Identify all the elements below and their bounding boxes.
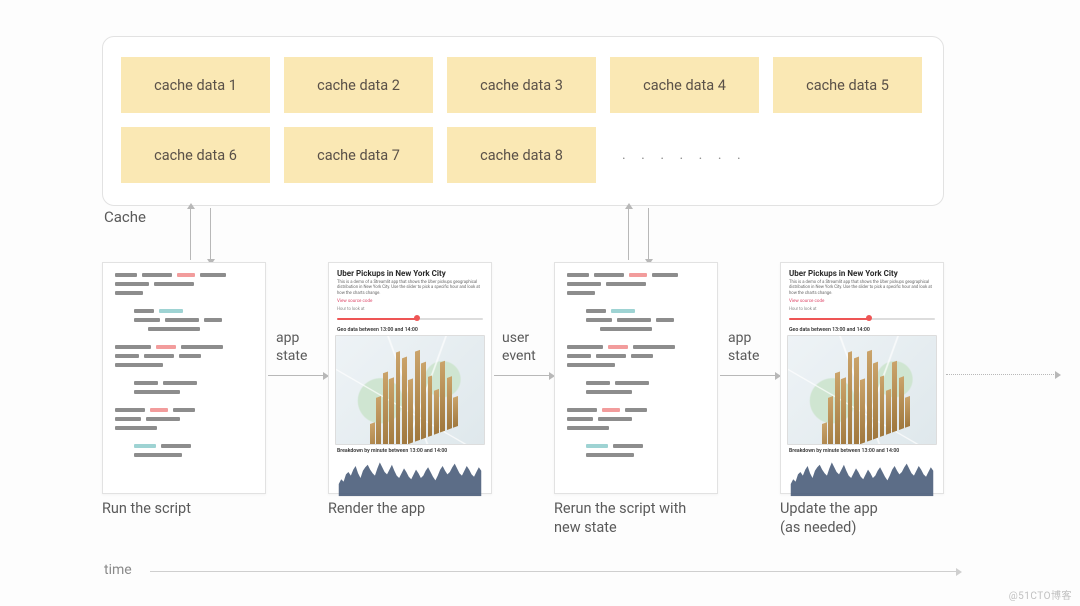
cache-item: cache data 2 xyxy=(284,57,433,113)
cache-row-1: cache data 1 cache data 2 cache data 3 c… xyxy=(121,57,925,113)
slider-thumb xyxy=(866,315,872,321)
arrow-cache-up-1 xyxy=(190,208,191,260)
chart-label: Breakdown by minute between 13:00 and 14… xyxy=(329,448,491,456)
cache-item: cache data 6 xyxy=(121,127,270,183)
arrow-label-appstate-2: app state xyxy=(728,330,759,365)
slider-track xyxy=(789,318,935,320)
map-label: Geo data between 13:00 and 14:00 xyxy=(781,327,943,335)
arrow-label-appstate-1: app state xyxy=(276,330,307,365)
slider-label: Hour to look at xyxy=(789,307,935,312)
chart-label: Breakdown by minute between 13:00 and 14… xyxy=(781,448,943,456)
cache-item: cache data 4 xyxy=(610,57,759,113)
slider-thumb xyxy=(414,315,420,321)
map-label: Geo data between 13:00 and 14:00 xyxy=(329,327,491,335)
slider-label: Hour to look at xyxy=(337,307,483,312)
timeline-label: time xyxy=(104,562,132,578)
cache-item: cache data 3 xyxy=(447,57,596,113)
arrow-right-1 xyxy=(268,375,324,376)
slider xyxy=(789,316,935,322)
slider-track xyxy=(337,318,483,320)
script-panel-rerun xyxy=(554,262,718,494)
app-panel-update: Uber Pickups in New York City This is a … xyxy=(780,262,944,494)
cache-row-2: cache data 6 cache data 7 cache data 8 .… xyxy=(121,127,925,183)
arrow-cache-down-1 xyxy=(210,208,211,260)
arrow-right-3 xyxy=(720,375,776,376)
cache-item: cache data 1 xyxy=(121,57,270,113)
arrow-cache-down-2 xyxy=(648,208,649,260)
app-subtitle: This is a demo of a Streamlit app that s… xyxy=(337,280,483,296)
app-panel-render: Uber Pickups in New York City This is a … xyxy=(328,262,492,494)
app-title: Uber Pickups in New York City xyxy=(337,269,483,278)
cache-ellipsis: . . . . . . . xyxy=(622,147,747,163)
cache-label: Cache xyxy=(104,208,146,226)
arrow-right-continue xyxy=(946,374,1056,375)
cache-panel: cache data 1 cache data 2 cache data 3 c… xyxy=(102,36,944,206)
panel-label-run: Run the script xyxy=(102,500,191,519)
cache-item: cache data 8 xyxy=(447,127,596,183)
app-title: Uber Pickups in New York City xyxy=(789,269,935,278)
minute-chart xyxy=(335,456,485,500)
slider xyxy=(337,316,483,322)
arrow-right-2 xyxy=(494,375,550,376)
panel-label-rerun: Rerun the script with new state xyxy=(554,500,686,538)
cache-item: cache data 5 xyxy=(773,57,922,113)
minute-chart xyxy=(787,456,937,500)
panel-label-render: Render the app xyxy=(328,500,425,519)
app-link: View source code xyxy=(337,299,483,304)
map-area xyxy=(335,335,485,445)
arrow-cache-up-2 xyxy=(628,208,629,260)
timeline-axis xyxy=(150,571,956,572)
app-subtitle: This is a demo of a Streamlit app that s… xyxy=(789,280,935,296)
panel-label-update: Update the app (as needed) xyxy=(780,500,878,538)
map-area xyxy=(787,335,937,445)
cache-item: cache data 7 xyxy=(284,127,433,183)
watermark: @51CTO博客 xyxy=(1009,587,1072,602)
arrow-label-userevent: user event xyxy=(502,330,536,365)
script-panel-run xyxy=(102,262,266,494)
app-link: View source code xyxy=(789,299,935,304)
